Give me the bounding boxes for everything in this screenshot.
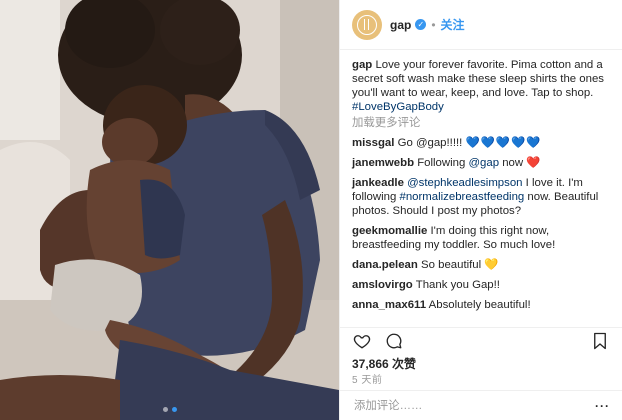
- add-comment-input[interactable]: [352, 398, 587, 413]
- red-heart-emoji: ❤️: [526, 157, 541, 169]
- comment-text: Thank you Gap!!: [415, 279, 500, 291]
- comment-author[interactable]: geekmomallie: [352, 225, 427, 237]
- comment-item: janemwebb Following @gap now ❤️: [352, 156, 612, 170]
- comment-author[interactable]: jankeadle: [352, 177, 404, 189]
- caption: gap Love your forever favorite. Pima cot…: [352, 58, 612, 114]
- instagram-post: gap ✓ • 关注 gap Love your forever favorit…: [0, 0, 622, 420]
- verified-badge-icon: ✓: [415, 19, 427, 30]
- comment-author[interactable]: amslovirgo: [352, 279, 413, 291]
- like-button[interactable]: [352, 331, 372, 351]
- follow-button[interactable]: 关注: [441, 16, 465, 33]
- caption-text: Love your forever favorite. Pima cotton …: [352, 59, 604, 99]
- yellow-heart-emoji: 💛: [484, 259, 499, 271]
- comment-mention[interactable]: @gap: [468, 157, 499, 169]
- comments-list: gap Love your forever favorite. Pima cot…: [340, 50, 622, 312]
- like-count[interactable]: 37,866 次赞: [352, 355, 416, 372]
- comment-item: anna_max611 Absolutely beautiful!: [352, 298, 612, 312]
- add-comment-bar: ···: [340, 390, 622, 420]
- caption-author[interactable]: gap: [352, 59, 372, 71]
- comment-hashtag[interactable]: #normalizebreastfeeding: [400, 191, 525, 203]
- carousel-indicator: [162, 407, 177, 412]
- comment-author[interactable]: dana.pelean: [352, 259, 418, 271]
- post-timestamp[interactable]: 5 天前: [352, 371, 382, 386]
- comment-text: now: [499, 157, 524, 169]
- heart-outline-icon: [353, 334, 371, 349]
- comment-item: amslovirgo Thank you Gap!!: [352, 278, 612, 292]
- blue-hearts-emoji: 💙💙💙💙💙: [465, 137, 542, 149]
- carousel-dot-active[interactable]: [171, 407, 177, 412]
- comment-mention[interactable]: @stephkeadlesimpson: [407, 177, 522, 189]
- caption-hashtag[interactable]: #LoveByGapBody: [352, 101, 444, 113]
- bookmark-icon: [594, 332, 606, 349]
- mother-and-child-photo: [0, 0, 339, 420]
- comment-text: Absolutely beautiful!: [428, 299, 531, 311]
- comment-author[interactable]: janemwebb: [352, 157, 414, 169]
- avatar[interactable]: [352, 9, 382, 40]
- separator-dot: •: [431, 17, 436, 32]
- comment-button[interactable]: [384, 331, 404, 351]
- comment-author[interactable]: missgal: [352, 137, 394, 149]
- load-more-comments[interactable]: 加载更多评论: [352, 116, 612, 130]
- comment-item: geekmomallie I'm doing this right now, b…: [352, 224, 612, 252]
- account-handle[interactable]: gap: [390, 18, 411, 32]
- post-side-panel: gap ✓ • 关注 gap Love your forever favorit…: [339, 0, 622, 420]
- comment-text: Following: [417, 157, 469, 169]
- comment-bubble-icon: [386, 333, 402, 348]
- bookmark-button[interactable]: [590, 331, 610, 351]
- gap-logo-icon: [357, 14, 377, 35]
- comment-text: Go @gap!!!!!: [397, 137, 463, 149]
- comment-author[interactable]: anna_max611: [352, 299, 426, 311]
- post-header: gap ✓ • 关注: [340, 0, 622, 50]
- comment-item: jankeadle @stephkeadlesimpson I love it.…: [352, 176, 612, 218]
- comment-item: missgal Go @gap!!!!! 💙💙💙💙💙: [352, 136, 612, 150]
- comment-item: dana.pelean So beautiful 💛: [352, 258, 612, 272]
- more-options-icon[interactable]: ···: [595, 399, 610, 413]
- comment-text: So beautiful: [421, 259, 485, 271]
- post-actions: [340, 327, 622, 353]
- carousel-dot[interactable]: [162, 407, 168, 412]
- post-photo[interactable]: [0, 0, 339, 420]
